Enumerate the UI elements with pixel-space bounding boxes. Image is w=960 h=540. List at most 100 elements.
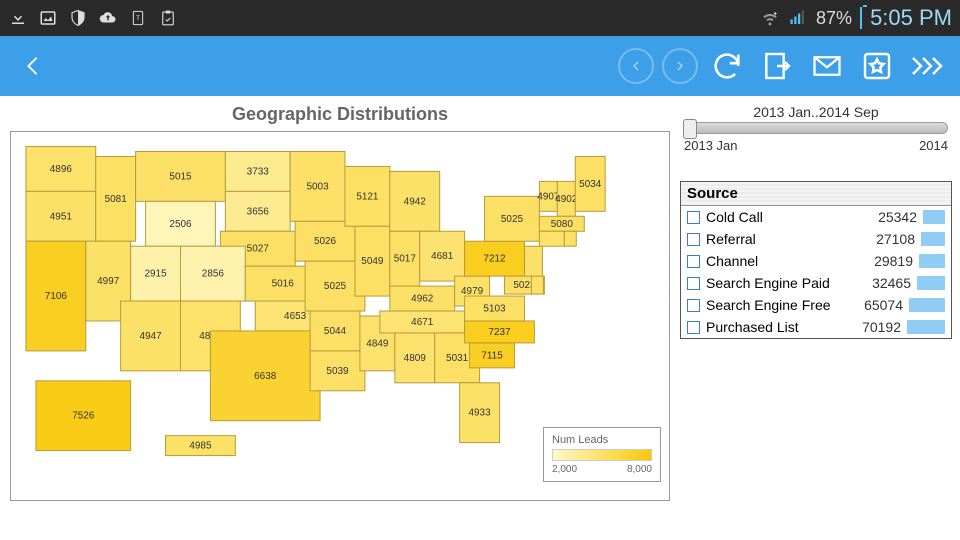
mail-button[interactable] [806, 45, 848, 87]
state-label-NY: 5025 [501, 214, 524, 225]
cloud-upload-icon [98, 8, 118, 28]
refresh-button[interactable] [706, 45, 748, 87]
state-label-KY: 4962 [411, 294, 434, 305]
source-bar [909, 298, 945, 312]
state-label-WV: 4979 [461, 286, 484, 297]
state-label-SC: 7115 [481, 350, 503, 361]
nav-prev-button[interactable] [618, 48, 654, 84]
state-label-AK: 7526 [72, 411, 95, 422]
source-row[interactable]: Cold Call 25342 [681, 206, 951, 228]
state-RI[interactable] [564, 231, 576, 246]
source-value: 32465 [859, 275, 911, 291]
state-label-IA: 5026 [314, 236, 337, 247]
state-label-UT: 2915 [144, 269, 167, 280]
state-label-VA: 5103 [483, 304, 506, 315]
state-label-OR: 4951 [50, 211, 73, 222]
state-label-HI: 4985 [189, 441, 212, 452]
state-label-OK: 4653 [284, 311, 307, 322]
android-status-bar: T 87% 5:05 PM [0, 0, 960, 36]
source-value: 27108 [863, 231, 915, 247]
state-label-FL: 4933 [468, 408, 491, 419]
state-label-AZ: 4947 [139, 331, 162, 342]
state-label-TN: 4671 [411, 317, 434, 328]
shield-icon [68, 8, 88, 28]
signal-icon [788, 8, 808, 28]
state-label-CO: 2856 [202, 269, 225, 280]
checkbox[interactable] [687, 277, 700, 290]
source-name: Search Engine Free [706, 297, 845, 313]
source-name: Channel [706, 253, 855, 269]
tmobile-icon: T [128, 8, 148, 28]
state-label-WY: 2506 [169, 219, 192, 230]
source-value: 70192 [849, 319, 901, 335]
source-name: Search Engine Paid [706, 275, 853, 291]
download-icon [8, 8, 28, 28]
checkbox[interactable] [687, 321, 700, 334]
source-row[interactable]: Channel 29819 [681, 250, 951, 272]
state-label-MN: 5003 [306, 181, 329, 192]
page-title: Geographic Distributions [10, 104, 670, 125]
source-name: Cold Call [706, 209, 859, 225]
state-label-NV: 4997 [97, 276, 120, 287]
source-bar [919, 254, 945, 268]
more-button[interactable] [906, 45, 948, 87]
nav-next-button[interactable] [662, 48, 698, 84]
state-label-LA: 5039 [326, 366, 349, 377]
state-label-SD: 3656 [247, 206, 270, 217]
source-value: 29819 [861, 253, 913, 269]
state-label-MS: 4849 [366, 338, 389, 349]
state-NJ[interactable] [524, 246, 542, 276]
state-label-KS: 5016 [272, 279, 295, 290]
state-label-IL: 5049 [361, 256, 384, 267]
source-header: Source [681, 182, 951, 206]
favorite-button[interactable] [856, 45, 898, 87]
state-label-MA: 5080 [551, 219, 574, 230]
state-label-NC: 7237 [488, 327, 511, 338]
source-row[interactable]: Search Engine Paid 32465 [681, 272, 951, 294]
source-value: 25342 [865, 209, 917, 225]
checkbox[interactable] [687, 255, 700, 268]
back-button[interactable] [12, 45, 54, 87]
time-range-label: 2013 Jan..2014 Sep [684, 104, 948, 120]
state-label-MO: 5025 [324, 281, 347, 292]
checkbox[interactable] [687, 211, 700, 224]
wifi-icon [760, 8, 780, 28]
state-label-MI: 4942 [404, 196, 427, 207]
svg-text:T: T [136, 15, 140, 22]
map-legend: Num Leads 2,0008,000 [543, 427, 661, 482]
state-label-CA: 7106 [45, 291, 68, 302]
state-label-ME: 5034 [579, 179, 602, 190]
state-label-NH: 4902 [555, 194, 578, 205]
image-icon [38, 8, 58, 28]
state-CT[interactable] [539, 231, 564, 246]
state-label-TX: 6638 [254, 371, 277, 382]
source-row[interactable]: Referral 27108 [681, 228, 951, 250]
legend-title: Num Leads [552, 434, 652, 446]
us-map[interactable]: 4896495171065081499750152506291549473733… [10, 131, 670, 501]
state-label-OH: 4681 [431, 251, 454, 262]
source-bar [917, 276, 945, 290]
source-bar [921, 232, 945, 246]
time-slider[interactable]: 2013 Jan..2014 Sep 2013 Jan2014 [680, 104, 952, 153]
state-label-MT: 5015 [169, 171, 192, 182]
state-label-IN: 5017 [394, 254, 417, 265]
clipboard-icon [158, 8, 178, 28]
state-label-NE: 5027 [247, 244, 270, 255]
source-bar [923, 210, 945, 224]
state-label-AR: 5044 [324, 326, 347, 337]
app-toolbar [0, 36, 960, 96]
source-name: Purchased List [706, 319, 843, 335]
state-label-GA: 5031 [446, 353, 469, 364]
source-panel: Source Cold Call 25342 Referral 27108 Ch… [680, 181, 952, 339]
export-button[interactable] [756, 45, 798, 87]
state-label-PA: 7212 [483, 254, 506, 265]
source-row[interactable]: Purchased List 70192 [681, 316, 951, 338]
checkbox[interactable] [687, 233, 700, 246]
state-label-AL: 4809 [404, 353, 427, 364]
slider-thumb[interactable] [683, 119, 697, 139]
source-bar [907, 320, 945, 334]
checkbox[interactable] [687, 299, 700, 312]
source-row[interactable]: Search Engine Free 65074 [681, 294, 951, 316]
state-label-WI: 5121 [356, 191, 379, 202]
state-DE[interactable] [531, 276, 543, 294]
